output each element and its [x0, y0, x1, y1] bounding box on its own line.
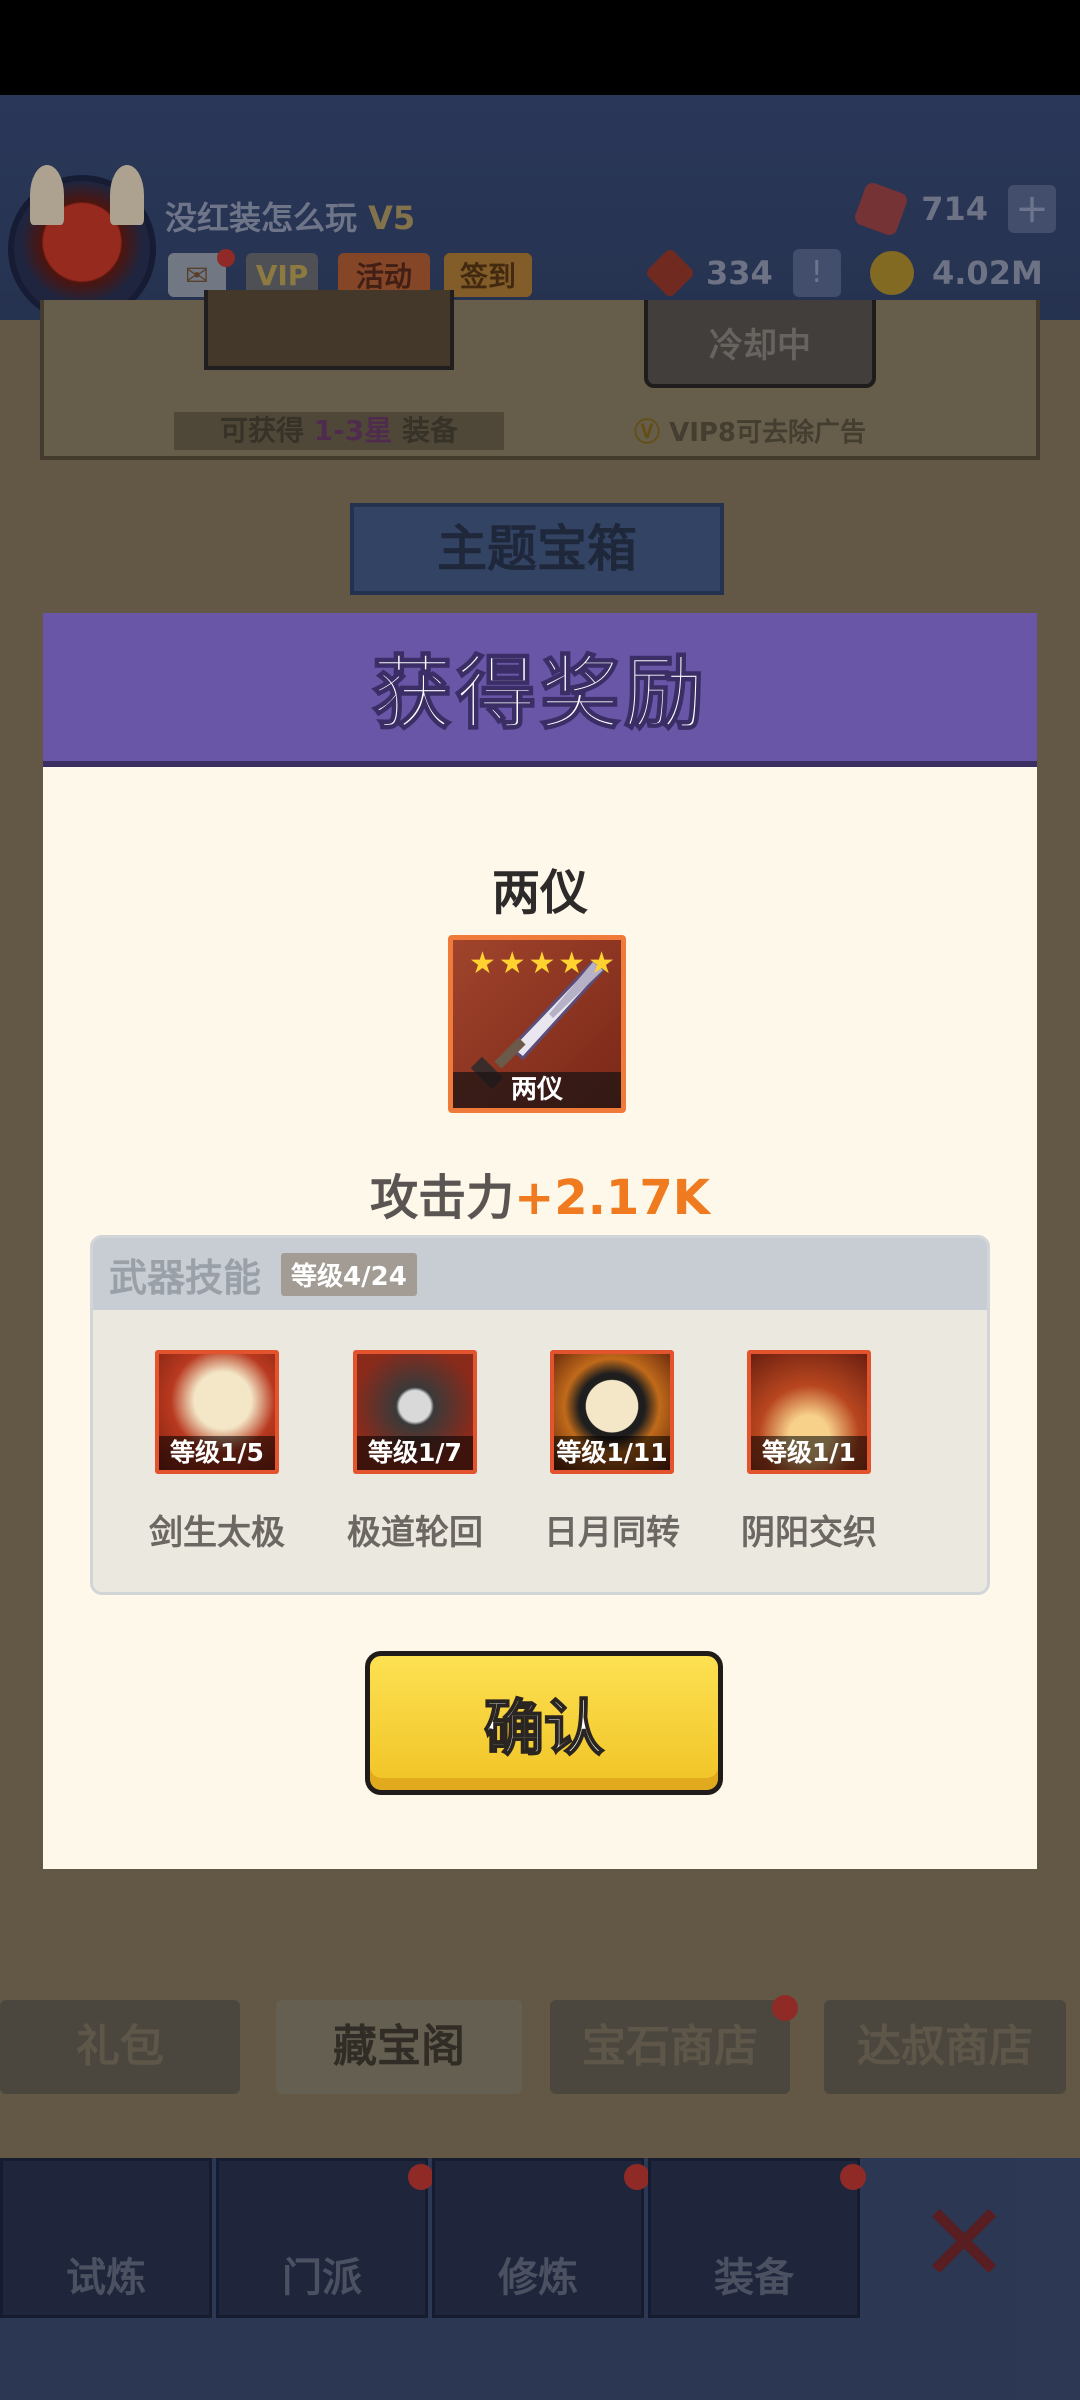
- confirm-button[interactable]: 确认: [365, 1651, 723, 1795]
- skill-level: 等级1/1: [751, 1436, 867, 1470]
- weapon-item-card[interactable]: ★ ★ ★ ★ ★ 两仪: [448, 935, 626, 1113]
- skill-name: 极道轮回: [347, 1513, 483, 1553]
- attack-stat: 攻击力+2.17K: [43, 1158, 1037, 1228]
- skills-header: 武器技能 等级4/24: [93, 1238, 987, 1310]
- weapon-skills-panel: 武器技能 等级4/24 等级1/5 剑生太极 等级1/7 极道轮回 等级1/11…: [90, 1235, 990, 1595]
- modal-header: 获得奖励: [43, 613, 1037, 767]
- skills-title: 武器技能: [109, 1255, 262, 1300]
- star-icon: ★: [558, 946, 586, 981]
- skill-item[interactable]: 等级1/7 极道轮回: [309, 1350, 499, 1553]
- crossed-swords-icon: 等级1/1: [747, 1350, 871, 1474]
- skill-item[interactable]: 等级1/11 日月同转: [506, 1350, 696, 1553]
- item-caption: 两仪: [453, 1072, 621, 1108]
- reward-modal: 获得奖励 两仪 ★ ★ ★ ★ ★ 两仪 攻击力+2.17K 武器技能 等级4/…: [43, 613, 1037, 1869]
- attack-value: +2.17K: [514, 1170, 710, 1226]
- skill-name: 剑生太极: [149, 1513, 285, 1553]
- skill-item[interactable]: 等级1/5 剑生太极: [111, 1350, 301, 1553]
- star-rating: ★ ★ ★ ★ ★: [469, 948, 615, 980]
- skills-level-badge: 等级4/24: [281, 1252, 417, 1296]
- star-icon: ★: [469, 946, 496, 981]
- skill-name: 日月同转: [544, 1513, 680, 1553]
- yin-yang-icon: 等级1/11: [550, 1350, 674, 1474]
- skill-level: 等级1/11: [554, 1436, 670, 1470]
- masked-figure-icon: 等级1/7: [353, 1350, 477, 1474]
- star-icon: ★: [498, 946, 526, 981]
- skill-item[interactable]: 等级1/1 阴阳交织: [703, 1350, 893, 1553]
- skill-level: 等级1/7: [357, 1436, 473, 1470]
- modal-title: 获得奖励: [371, 646, 708, 741]
- star-icon: ★: [528, 946, 556, 981]
- item-name: 两仪: [491, 865, 588, 921]
- attack-label: 攻击力: [370, 1170, 515, 1226]
- skill-name: 阴阳交织: [741, 1513, 877, 1553]
- skill-level: 等级1/5: [159, 1436, 275, 1470]
- slash-icon: 等级1/5: [155, 1350, 279, 1474]
- star-icon: ★: [588, 946, 615, 981]
